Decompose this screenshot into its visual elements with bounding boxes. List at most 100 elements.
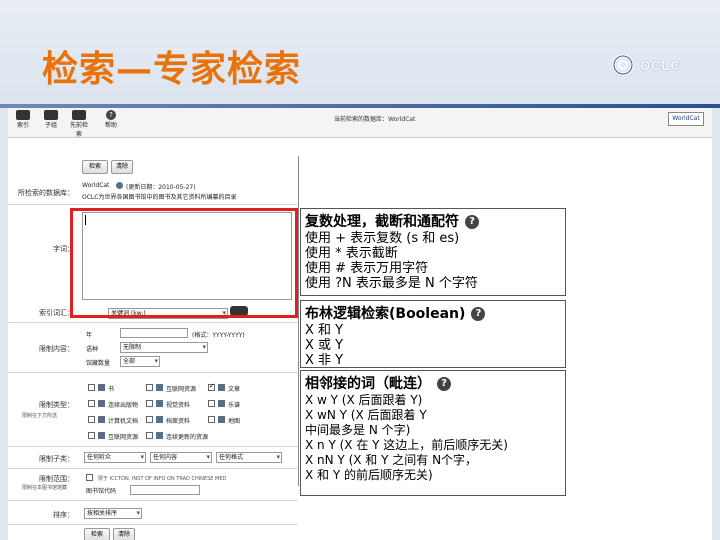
history-icon (72, 110, 86, 120)
type-label-book: 书 (108, 386, 115, 393)
database-update: (更新日期：2010-05-27) (126, 184, 196, 191)
type-checkbox-article[interactable] (208, 382, 215, 391)
slide-title: 检索—专家检索 (42, 48, 302, 90)
visual-icon (156, 400, 163, 407)
type-label-score: 乐谱 (228, 402, 241, 409)
book-icon (98, 384, 105, 391)
truncation-title: 复数处理，截断和通配符? (305, 211, 561, 231)
truncation-line: 使用 * 表示截断 (305, 246, 398, 261)
copies-select[interactable]: 全部 (120, 356, 160, 367)
audience-select[interactable]: 任何听众 (84, 452, 146, 463)
type-label-archive: 档案资料 (166, 418, 191, 425)
scope-label: 限制范围： (39, 475, 74, 483)
toolbar-index-button[interactable]: 索引 (12, 110, 34, 129)
type-checkbox-computer[interactable] (88, 416, 95, 423)
internet-icon (156, 384, 163, 391)
type-label-serial: 连续出版物 (108, 402, 139, 409)
boolean-line: X 和 Y (305, 323, 344, 338)
format-select[interactable]: 任何格式 (216, 452, 282, 463)
type-checkbox-continuing[interactable] (146, 432, 153, 439)
scope-hint: 限制在本图书馆馆藏 (22, 485, 68, 491)
toolbar-history-button[interactable]: 先前检索 (68, 110, 90, 138)
toolbar-help-label: 帮助 (104, 122, 117, 129)
proximity-line: X nN Y (X 和 Y 之间有 N个字， (305, 453, 478, 467)
database-name[interactable]: WorldCat (82, 182, 109, 189)
oclc-globe-icon (612, 54, 634, 76)
sort-select[interactable]: 按相关排序 (84, 508, 142, 519)
toolbar-help-button[interactable]: ? 帮助 (100, 110, 122, 129)
divider (8, 204, 298, 205)
subgroup-icon (44, 110, 58, 120)
library-code-input[interactable] (130, 485, 200, 495)
clear-button[interactable]: 清除 (111, 160, 133, 174)
index-icon (16, 110, 30, 120)
boolean-line: X 非 Y (305, 353, 344, 368)
boolean-line: X 或 Y (305, 338, 344, 353)
type-checkbox-map[interactable] (208, 416, 215, 423)
year-label: 年 (86, 332, 93, 339)
toolbar-subgroup-button[interactable]: 子组 (40, 110, 62, 129)
divider (8, 446, 298, 447)
app-toolbar: 索引 子组 先前检索 ? 帮助 当前检索的数据库：WorldCat WorldC… (8, 108, 712, 138)
subtype-label: 限制子类： (39, 455, 74, 463)
language-label: 语种 (86, 346, 99, 353)
index-label: 索引词汇： (39, 309, 74, 317)
query-highlight-box (70, 208, 298, 318)
divider (8, 524, 298, 525)
institution-checkbox[interactable] (86, 474, 93, 481)
current-database-label: 当前检索的数据库：WorldCat (334, 116, 416, 123)
type-label-internet: 互联网资源 (166, 386, 197, 393)
toolbar-history-label: 先前检索 (69, 122, 88, 138)
divider (8, 468, 298, 469)
boolean-title: 布林逻辑检索(Boolean)? (305, 303, 561, 323)
proximity-title: 相邻接的词（毗连）? (305, 373, 561, 393)
language-select[interactable]: 无限制 (120, 342, 208, 353)
year-input[interactable] (120, 328, 188, 338)
type-checkbox-archive[interactable] (146, 416, 153, 423)
slide-left-border (0, 108, 8, 540)
type-checkbox-visual[interactable] (146, 400, 153, 407)
type-label-computer: 计算机文档 (108, 418, 139, 425)
info-icon[interactable] (116, 182, 123, 189)
toolbar-subgroup-label: 子组 (44, 122, 57, 129)
help-icon[interactable]: ? (471, 307, 486, 321)
limit-label: 限制内容： (39, 345, 74, 353)
help-icon[interactable]: ? (437, 377, 451, 391)
type-checkbox-book[interactable] (88, 384, 95, 391)
proximity-line: 中间最多是 N 个字) (305, 423, 411, 437)
search-button[interactable]: 检索 (82, 160, 108, 174)
proximity-line: X wN Y (X 后面跟着 Y (305, 408, 427, 422)
oclc-logo-text: OCLC (640, 57, 681, 73)
truncation-line: 使用 # 表示万用字符 (305, 261, 429, 276)
type-checkbox-serial[interactable] (88, 400, 95, 407)
type-checkbox-internet[interactable] (146, 384, 153, 391)
proximity-line: X w Y (X 后面跟着 Y) (305, 393, 423, 407)
proximity-panel: 相邻接的词（毗连）? X w Y (X 后面跟着 Y) X wN Y (X 后面… (300, 370, 566, 496)
type-label-visual: 视觉资料 (166, 402, 191, 409)
type-label-continuing: 连续更新的资源 (166, 434, 209, 441)
type-label-article: 文章 (228, 386, 241, 393)
type-label-internet-2: 互联网资源 (108, 434, 139, 441)
serial-icon (98, 400, 105, 407)
boolean-panel: 布林逻辑检索(Boolean)? X 和 Y X 或 Y X 非 Y (300, 300, 566, 368)
archive-icon (156, 416, 163, 423)
divider (8, 322, 298, 323)
bottom-clear-button[interactable]: 清除 (113, 528, 135, 540)
toolbar-index-label: 索引 (16, 122, 29, 129)
copies-label: 馆藏数量 (86, 360, 111, 367)
sort-label: 排序： (53, 511, 74, 519)
type-checkbox-internet-2[interactable] (88, 432, 95, 439)
type-checkbox-score[interactable] (208, 400, 215, 407)
content-select[interactable]: 任何内容 (150, 452, 212, 463)
truncation-line: 使用 + 表示复数 (s 和 es) (305, 231, 460, 246)
bottom-search-button[interactable]: 检索 (84, 528, 110, 540)
proximity-line: X 和 Y 的前后顺序无关) (305, 468, 433, 482)
help-icon[interactable]: ? (465, 215, 479, 229)
help-icon: ? (106, 110, 116, 120)
computer-icon (98, 416, 105, 423)
library-code-label: 图书馆代码 (86, 488, 117, 495)
year-format-hint: (格式：YYYY-YYYY) (192, 332, 245, 339)
internet-icon (98, 432, 105, 439)
type-label-map: 地图 (228, 418, 241, 425)
divider (8, 372, 298, 373)
